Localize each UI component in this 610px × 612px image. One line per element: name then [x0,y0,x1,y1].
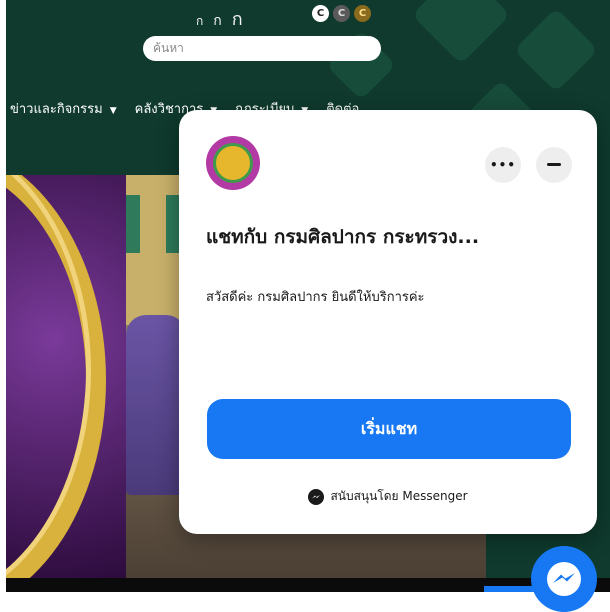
powered-by-label: สนับสนุนโดย Messenger [330,489,468,503]
chat-title: แชทกับ กรมศิลปากร กระทรวง... [206,226,480,248]
decorative-tile [513,7,599,93]
more-options-button[interactable]: ••• [485,147,521,183]
contrast-controls: C C C [312,5,371,22]
font-size-controls: ก ก ก [196,4,243,33]
messenger-launcher-button[interactable] [531,546,597,612]
crowd-group [126,315,186,495]
messenger-icon [547,562,581,596]
contrast-normal-button[interactable]: C [312,5,329,22]
chevron-down-icon: ▼ [109,106,117,116]
decorative-tile [411,0,511,65]
greeting-message: สวัสดีค่ะ กรมศิลปากร ยินดีให้บริการค่ะ [206,290,425,305]
nav-item-label: ข่าวและกิจกรรม [10,102,103,117]
powered-by: สนับสนุนโดย Messenger [179,487,597,506]
more-icon: ••• [489,158,516,172]
start-chat-button[interactable]: เริ่มแชท [207,399,571,459]
contrast-yellow-button[interactable]: C [354,5,371,22]
search-input[interactable]: ค้นหา [143,36,381,61]
minimize-icon [547,163,561,166]
messenger-icon [308,488,325,505]
page-avatar [206,136,260,190]
nav-item-news[interactable]: ข่าวและกิจกรรม ▼ [10,98,117,119]
font-size-large-button[interactable]: ก [232,4,243,33]
department-emblem-icon [213,143,253,183]
contrast-gray-button[interactable]: C [333,5,350,22]
messenger-chat-card: ••• แชทกับ กรมศิลปากร กระทรวง... สวัสดีค… [179,110,597,534]
font-size-small-button[interactable]: ก [196,12,203,31]
font-size-medium-button[interactable]: ก [213,10,221,32]
minimize-button[interactable] [536,147,572,183]
